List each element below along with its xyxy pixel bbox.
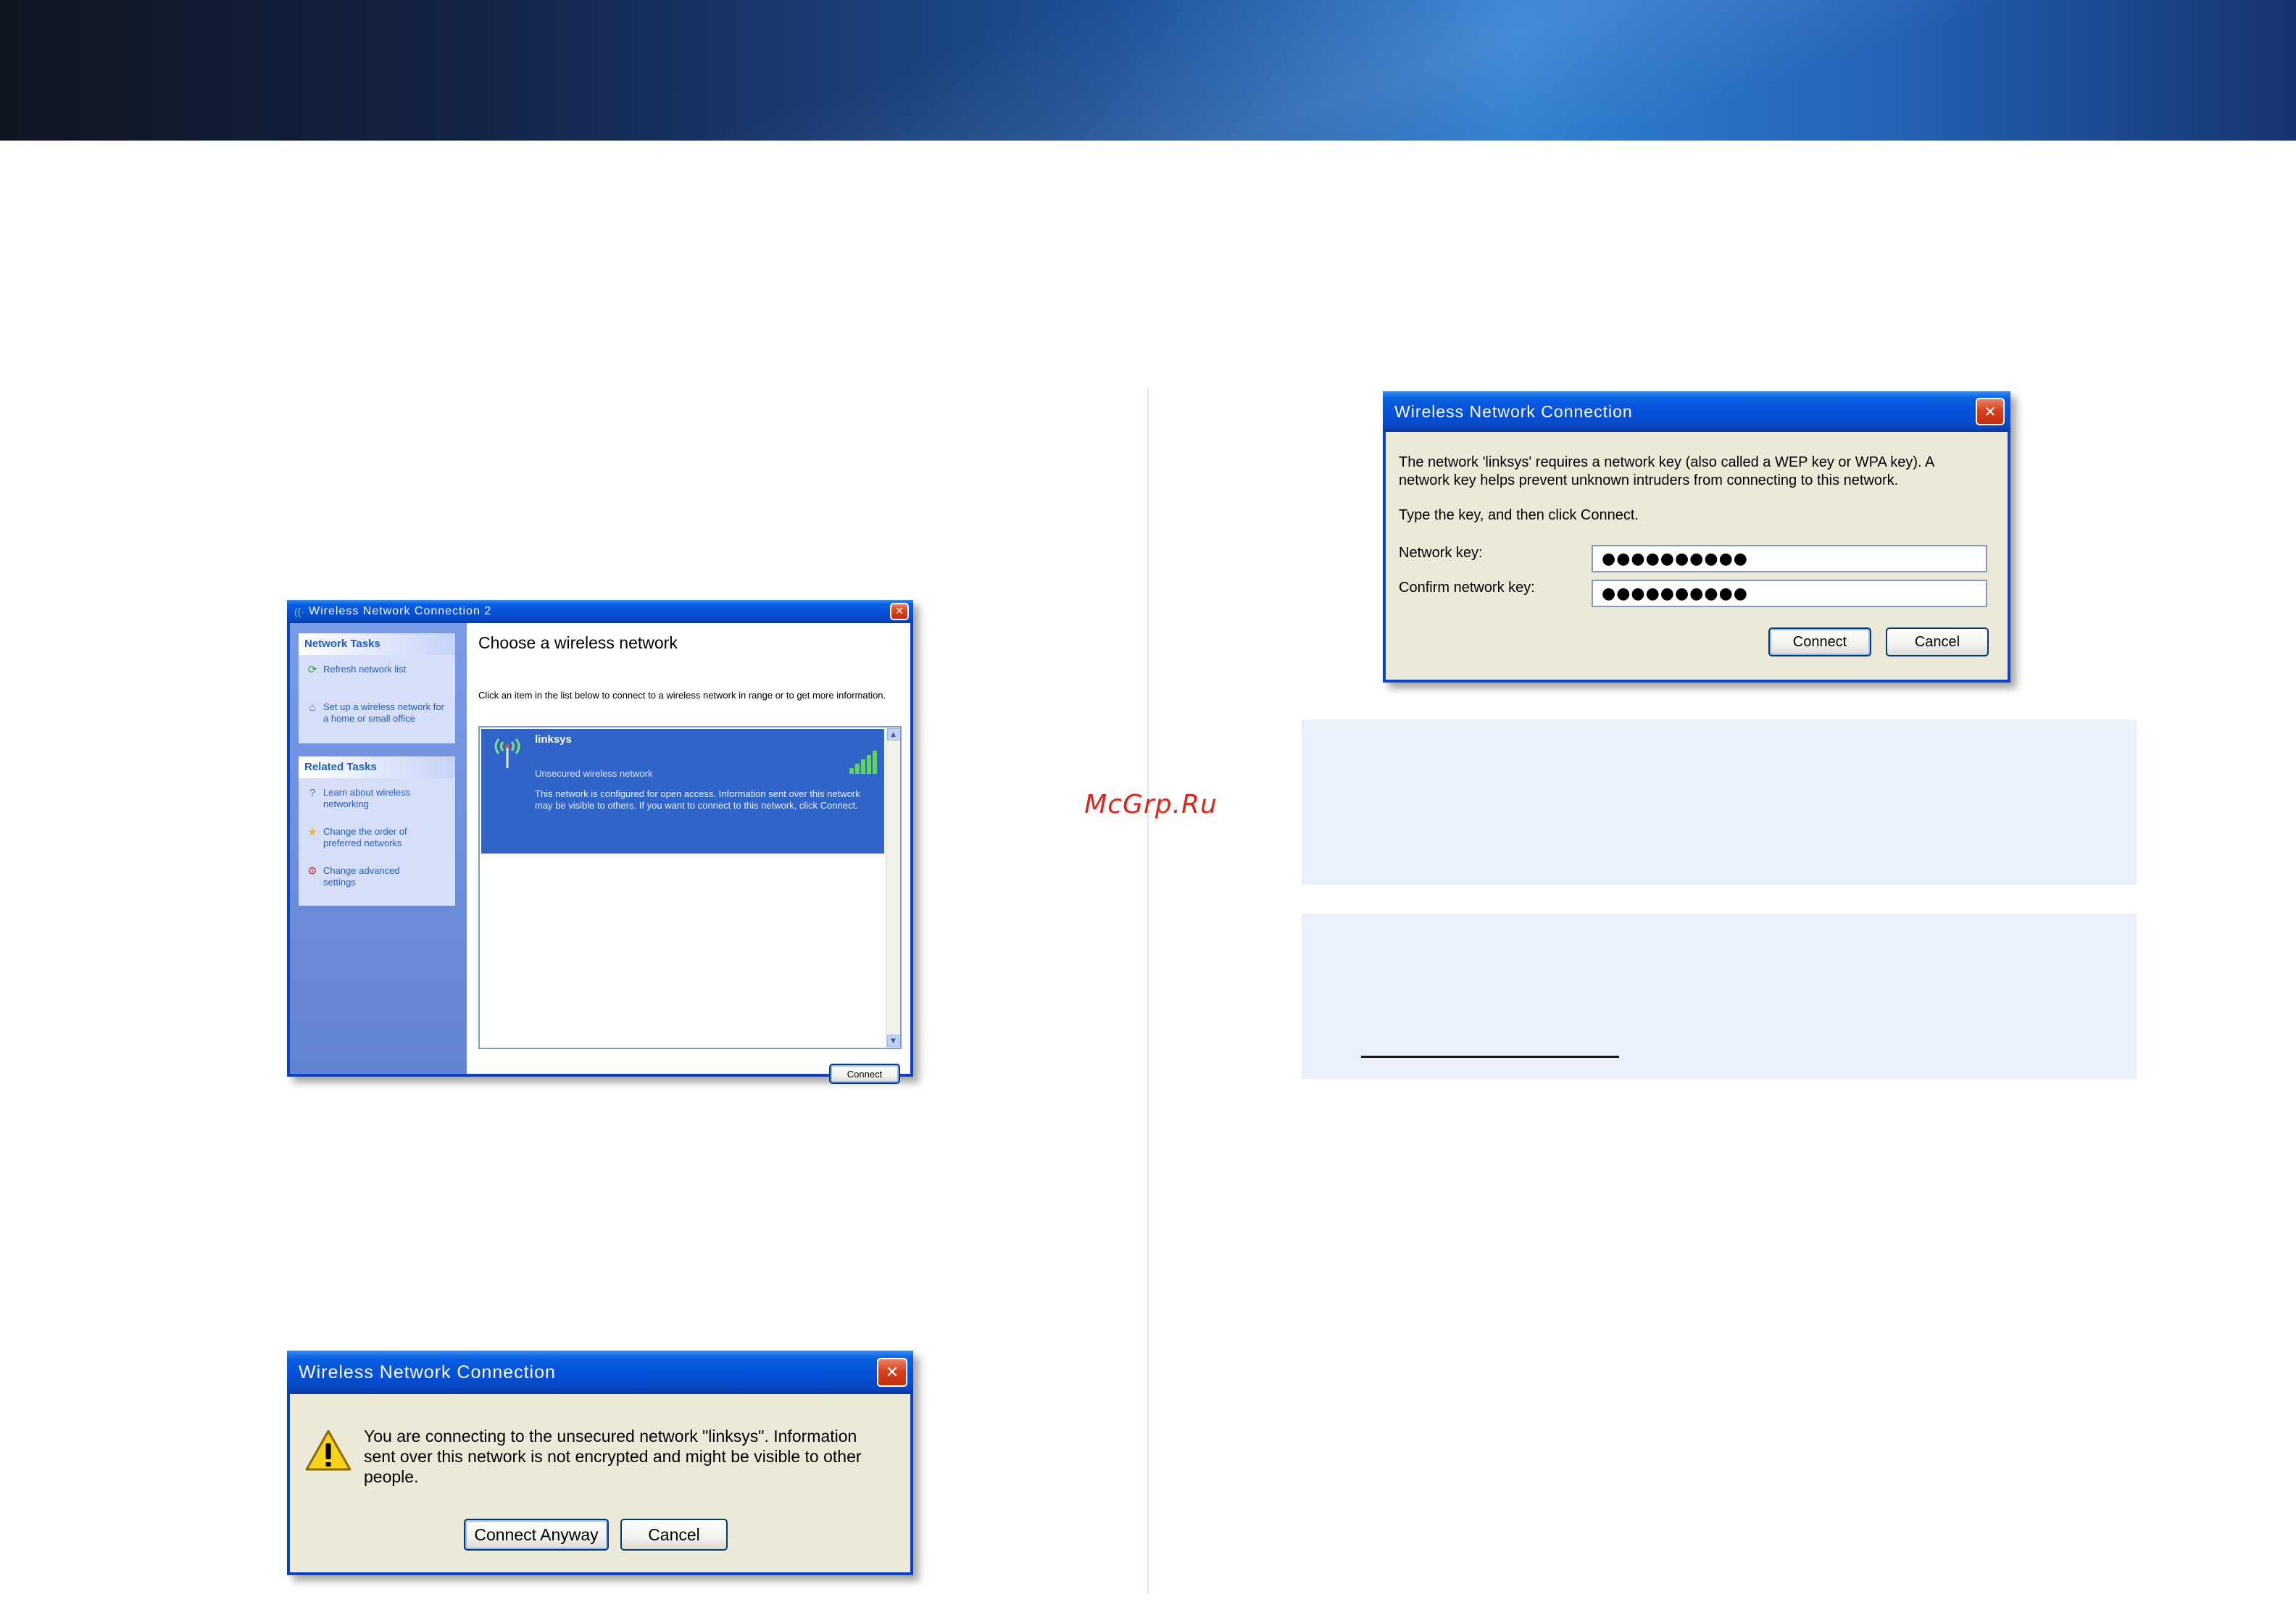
warning-message: You are connecting to the unsecured netw… (364, 1427, 862, 1486)
connect-anyway-button[interactable]: Connect Anyway (464, 1519, 609, 1551)
change-advanced-settings-link[interactable]: ⚙ Change advanced settings (306, 865, 448, 888)
connect-button-label: Connect (847, 1068, 883, 1080)
close-icon: ✕ (895, 606, 904, 617)
scroll-up-arrow-icon[interactable]: ▲ (887, 728, 899, 741)
close-button[interactable]: ✕ (1976, 398, 2005, 425)
change-advanced-settings-label: Change advanced settings (323, 865, 400, 888)
window-title: Wireless Network Connection (299, 1361, 556, 1382)
star-icon: ★ (307, 826, 317, 838)
unsecured-network-warning-dialog: Wireless Network Connection ✕ You are co… (287, 1351, 913, 1575)
connect-button-label: Connect (1792, 633, 1847, 650)
signal-strength-icon (849, 751, 877, 774)
confirm-network-key-input[interactable]: ●●●●●●●●●● (1592, 580, 1987, 607)
key-instruction: Type the key, and then click Connect. (1399, 507, 1639, 523)
tasks-pane: Network Tasks ⟳ Refresh network list ⌂ S… (290, 623, 467, 1074)
setup-network-icon: ⌂ (309, 701, 316, 714)
network-name: linksys (535, 733, 572, 746)
confirm-network-key-label: Confirm network key: (1399, 580, 1535, 596)
network-key-label: Network key: (1399, 545, 1483, 561)
note-link-underline (1361, 1056, 1619, 1058)
connect-anyway-label: Connect Anyway (474, 1525, 599, 1544)
refresh-icon: ⟳ (307, 664, 317, 676)
scroll-down-arrow-icon[interactable]: ▼ (887, 1035, 899, 1047)
watermark: McGrp.Ru (1084, 790, 1218, 819)
window-titlebar[interactable]: Wireless Network Connection ✕ (1383, 391, 2010, 432)
page-header-banner (0, 0, 2296, 141)
learn-icon: ? (309, 787, 316, 799)
related-tasks-header: Related Tasks (299, 756, 455, 778)
network-key-dialog: Wireless Network Connection ✕ The networ… (1383, 391, 2010, 683)
confirm-network-key-value: ●●●●●●●●●● (1602, 584, 1748, 603)
window-titlebar[interactable]: Wireless Network Connection ✕ (287, 1351, 913, 1394)
close-button[interactable]: ✕ (890, 603, 909, 620)
related-tasks-panel: Related Tasks ? Learn about wireless net… (299, 756, 455, 906)
network-description: This network is configured for open acce… (535, 788, 860, 811)
close-button[interactable]: ✕ (877, 1358, 907, 1387)
column-divider (1147, 388, 1149, 1594)
setup-wireless-network-label: Set up a wireless network for a home or … (323, 701, 444, 724)
wireless-app-icon: ((· (294, 606, 304, 617)
cancel-button[interactable]: Cancel (1886, 627, 1989, 656)
connect-button[interactable]: Connect (1768, 627, 1871, 656)
network-key-value: ●●●●●●●●●● (1602, 549, 1748, 568)
wireless-signal-icon (494, 738, 520, 768)
learn-wireless-link[interactable]: ? Learn about wireless networking (306, 787, 448, 810)
window-title: Wireless Network Connection (1394, 401, 1633, 421)
warning-icon (305, 1430, 352, 1471)
close-icon: ✕ (885, 1363, 899, 1382)
network-tasks-panel: Network Tasks ⟳ Refresh network list ⌂ S… (299, 633, 455, 743)
refresh-network-list-link[interactable]: ⟳ Refresh network list (306, 664, 444, 677)
setup-wireless-network-link[interactable]: ⌂ Set up a wireless network for a home o… (306, 701, 448, 725)
wireless-network-list[interactable]: linksys Unsecured wireless network This … (478, 726, 902, 1049)
network-status: Unsecured wireless network (535, 768, 653, 779)
window-titlebar[interactable]: ((· Wireless Network Connection 2 ✕ (287, 600, 913, 623)
choose-network-instruction: Click an item in the list below to conne… (478, 690, 886, 701)
note-box-1 (1302, 720, 2137, 885)
advanced-settings-icon: ⚙ (307, 865, 317, 877)
network-item-linksys[interactable]: linksys Unsecured wireless network This … (481, 729, 884, 854)
close-icon: ✕ (1984, 403, 1997, 420)
network-list-scrollbar[interactable]: ▲ ▼ (886, 727, 900, 1048)
network-key-input[interactable]: ●●●●●●●●●● (1592, 545, 1987, 572)
change-order-link[interactable]: ★ Change the order of preferred networks (306, 826, 448, 849)
key-required-message: The network 'linksys' requires a network… (1399, 454, 1934, 488)
cancel-button[interactable]: Cancel (620, 1519, 728, 1551)
window-title: Wireless Network Connection 2 (309, 605, 492, 617)
change-order-label: Change the order of preferred networks (323, 826, 407, 848)
cancel-label: Cancel (648, 1525, 700, 1544)
choose-wireless-network-window: ((· Wireless Network Connection 2 ✕ Netw… (287, 600, 913, 1084)
cancel-label: Cancel (1914, 633, 1960, 650)
network-tasks-header: Network Tasks (299, 633, 455, 655)
connect-button[interactable]: Connect (829, 1064, 900, 1084)
network-list-pane: Choose a wireless network Click an item … (467, 623, 910, 1084)
choose-network-heading: Choose a wireless network (478, 633, 678, 652)
refresh-network-list-label: Refresh network list (323, 664, 407, 675)
note-box-2 (1302, 914, 2137, 1079)
learn-wireless-label: Learn about wireless networking (323, 787, 410, 809)
